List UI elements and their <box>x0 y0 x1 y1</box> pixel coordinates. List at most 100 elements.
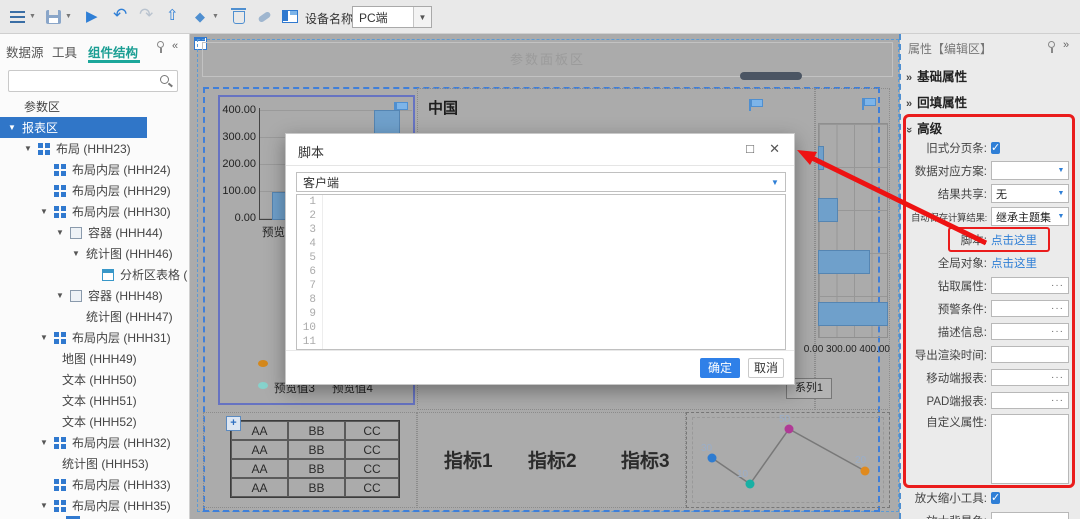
close-icon[interactable]: ✕ <box>769 141 780 157</box>
tree-item-layout-inner-hhh24[interactable]: 布局内层 (HHH24) <box>0 159 190 180</box>
save-caret-icon[interactable]: ▼ <box>65 13 72 20</box>
tree-item-layout-hhh23[interactable]: ▼布局 (HHH23) <box>0 138 190 159</box>
expand-arrow-icon[interactable]: ▼ <box>8 123 22 132</box>
device-select[interactable]: PC端 ▼ <box>352 6 432 28</box>
redo-icon[interactable]: ↷ <box>139 5 153 25</box>
tree-item-container-hhh44[interactable]: ▼容器 (HHH44) <box>0 222 190 243</box>
run-icon[interactable]: ▶ <box>86 7 98 27</box>
tree-item-layout-inner-hhh35[interactable]: ▼布局内层 (HHH35) <box>0 495 190 516</box>
tree-item-text-hhh50[interactable]: 文本 (HHH50) <box>0 369 190 390</box>
tree-item-report-area[interactable]: ▼报表区 <box>0 117 147 138</box>
tree-item-text-hhh51[interactable]: 文本 (HHH51) <box>0 390 190 411</box>
tree-item-text-hhh52[interactable]: 文本 (HHH52) <box>0 411 190 432</box>
widget-flag-icon[interactable] <box>749 99 762 111</box>
tree-item-map-hhh49[interactable]: 地图 (HHH49) <box>0 348 190 369</box>
expand-arrow-icon[interactable]: ▼ <box>56 291 70 300</box>
expand-arrow-icon[interactable]: ▼ <box>40 333 54 342</box>
table-cell[interactable]: BB <box>288 440 345 459</box>
tree-item-layout-inner-hhh33[interactable]: 布局内层 (HHH33) <box>0 474 190 495</box>
script-target-select[interactable]: 客户端 ▼ <box>296 172 786 192</box>
description-input[interactable]: ··· <box>991 323 1069 340</box>
shape-icon[interactable]: ◆ <box>195 7 205 27</box>
zoom-bg-input[interactable]: ··· <box>991 512 1069 519</box>
tab-component-structure[interactable]: 组件结构 <box>88 42 138 61</box>
data-table[interactable]: AA BB CC AA BB CC AA BB CC AA BB CC <box>230 420 400 498</box>
tree-item-layout-inner-hhh29[interactable]: 布局内层 (HHH29) <box>0 180 190 201</box>
expand-arrow-icon[interactable]: ▼ <box>24 144 38 153</box>
table-cell[interactable]: CC <box>345 459 399 478</box>
save-icon[interactable] <box>46 10 61 24</box>
table-cell[interactable]: CC <box>345 421 399 440</box>
tree-item-analysis-table[interactable]: 分析区表格 ( <box>0 264 190 285</box>
legacy-pager-checkbox[interactable]: ✓ <box>991 142 1000 154</box>
pin-icon[interactable] <box>157 41 164 48</box>
section-basic[interactable]: »基础属性 <box>906 66 967 85</box>
result-share-select[interactable]: 无▼ <box>991 184 1069 203</box>
collapse-icon[interactable]: « <box>172 40 178 52</box>
drag-handle[interactable] <box>740 72 802 80</box>
expand-arrow-icon[interactable]: ▼ <box>40 501 54 510</box>
pin-icon[interactable] <box>1048 41 1055 48</box>
table-cell[interactable]: BB <box>288 478 345 497</box>
tab-datasource[interactable]: 数据源 <box>6 42 44 61</box>
custom-attr-textarea[interactable] <box>991 414 1069 484</box>
table-cell[interactable]: BB <box>288 421 345 440</box>
script-click-here-link[interactable]: 点击这里 <box>991 235 1037 247</box>
tree-item-layout-inner-hhh31[interactable]: ▼布局内层 (HHH31) <box>0 327 190 348</box>
device-name-label: 设备名称: <box>305 10 356 27</box>
metrics-widget[interactable]: 指标1 指标2 指标3 <box>417 412 686 508</box>
table-cell[interactable]: AA <box>231 478 288 497</box>
hbar-value-25 <box>818 146 824 170</box>
pad-report-input[interactable]: ··· <box>991 392 1069 409</box>
section-advanced[interactable]: »高级 <box>906 118 942 137</box>
expand-arrow-icon[interactable]: ▼ <box>40 207 54 216</box>
collapse-icon[interactable]: » <box>1063 39 1069 51</box>
data-scheme-select[interactable]: ▼ <box>991 161 1069 180</box>
table-cell[interactable]: CC <box>345 440 399 459</box>
drill-input[interactable]: ··· <box>991 277 1069 294</box>
share-icon[interactable]: ⇧ <box>166 6 179 26</box>
menu-caret-icon[interactable]: ▼ <box>29 13 36 20</box>
ok-button[interactable]: 确定 <box>700 358 740 378</box>
section-backfill[interactable]: »回填属性 <box>906 92 967 111</box>
expand-arrow-icon[interactable]: ▼ <box>56 228 70 237</box>
expand-arrow-icon[interactable]: ▼ <box>72 249 86 258</box>
tree-item-chart-hhh46[interactable]: ▼统计图 (HHH46) <box>0 243 190 264</box>
auto-save-select[interactable]: 继承主题集▼ <box>991 207 1069 226</box>
layout-panels-icon[interactable] <box>282 10 298 23</box>
table-cell[interactable]: BB <box>288 459 345 478</box>
move-handle-icon[interactable]: + <box>226 416 241 431</box>
widget-flag-icon[interactable] <box>862 98 875 110</box>
global-object-click-here-link[interactable]: 点击这里 <box>991 258 1037 270</box>
tree-item-layout-inner-hhh30[interactable]: ▼布局内层 (HHH30) <box>0 201 190 222</box>
menu-icon[interactable] <box>10 11 25 23</box>
tree-item-param-area[interactable]: 参数区 <box>0 96 190 117</box>
tree-item-chart-hhh53[interactable]: 统计图 (HHH53) <box>0 453 190 474</box>
tree-item-chart-hhh47[interactable]: 统计图 (HHH47) <box>0 306 190 327</box>
panel-splitter[interactable] <box>899 34 901 519</box>
device-select-caret-icon[interactable]: ▼ <box>413 7 431 27</box>
shape-caret-icon[interactable]: ▼ <box>212 13 219 20</box>
table-cell[interactable]: CC <box>345 478 399 497</box>
trash-icon[interactable] <box>233 11 245 24</box>
table-cell[interactable]: AA <box>231 440 288 459</box>
code-editor[interactable]: 12 34 56 78 910 11 <box>296 194 786 350</box>
zoom-tool-checkbox[interactable]: ✓ <box>991 492 1000 504</box>
warning-input[interactable]: ··· <box>991 300 1069 317</box>
point-label: 10 <box>737 469 749 480</box>
brush-icon[interactable] <box>257 11 271 23</box>
select-caret-icon[interactable]: ▼ <box>765 178 785 187</box>
table-cell[interactable]: AA <box>231 459 288 478</box>
export-time-input[interactable] <box>991 346 1069 363</box>
expand-arrow-icon[interactable]: ▼ <box>40 438 54 447</box>
tab-tools[interactable]: 工具 <box>52 42 77 61</box>
cancel-button[interactable]: 取消 <box>748 358 784 378</box>
maximize-icon[interactable]: □ <box>746 141 754 156</box>
layout-icon <box>54 479 66 491</box>
mobile-report-input[interactable]: ··· <box>991 369 1069 386</box>
tree-item-container-hhh48[interactable]: ▼容器 (HHH48) <box>0 285 190 306</box>
line-chart-widget[interactable]: 30 10 50 20 <box>686 412 890 508</box>
search-input[interactable] <box>8 70 178 92</box>
undo-icon[interactable]: ↶ <box>113 5 127 25</box>
tree-item-layout-inner-hhh32[interactable]: ▼布局内层 (HHH32) <box>0 432 190 453</box>
